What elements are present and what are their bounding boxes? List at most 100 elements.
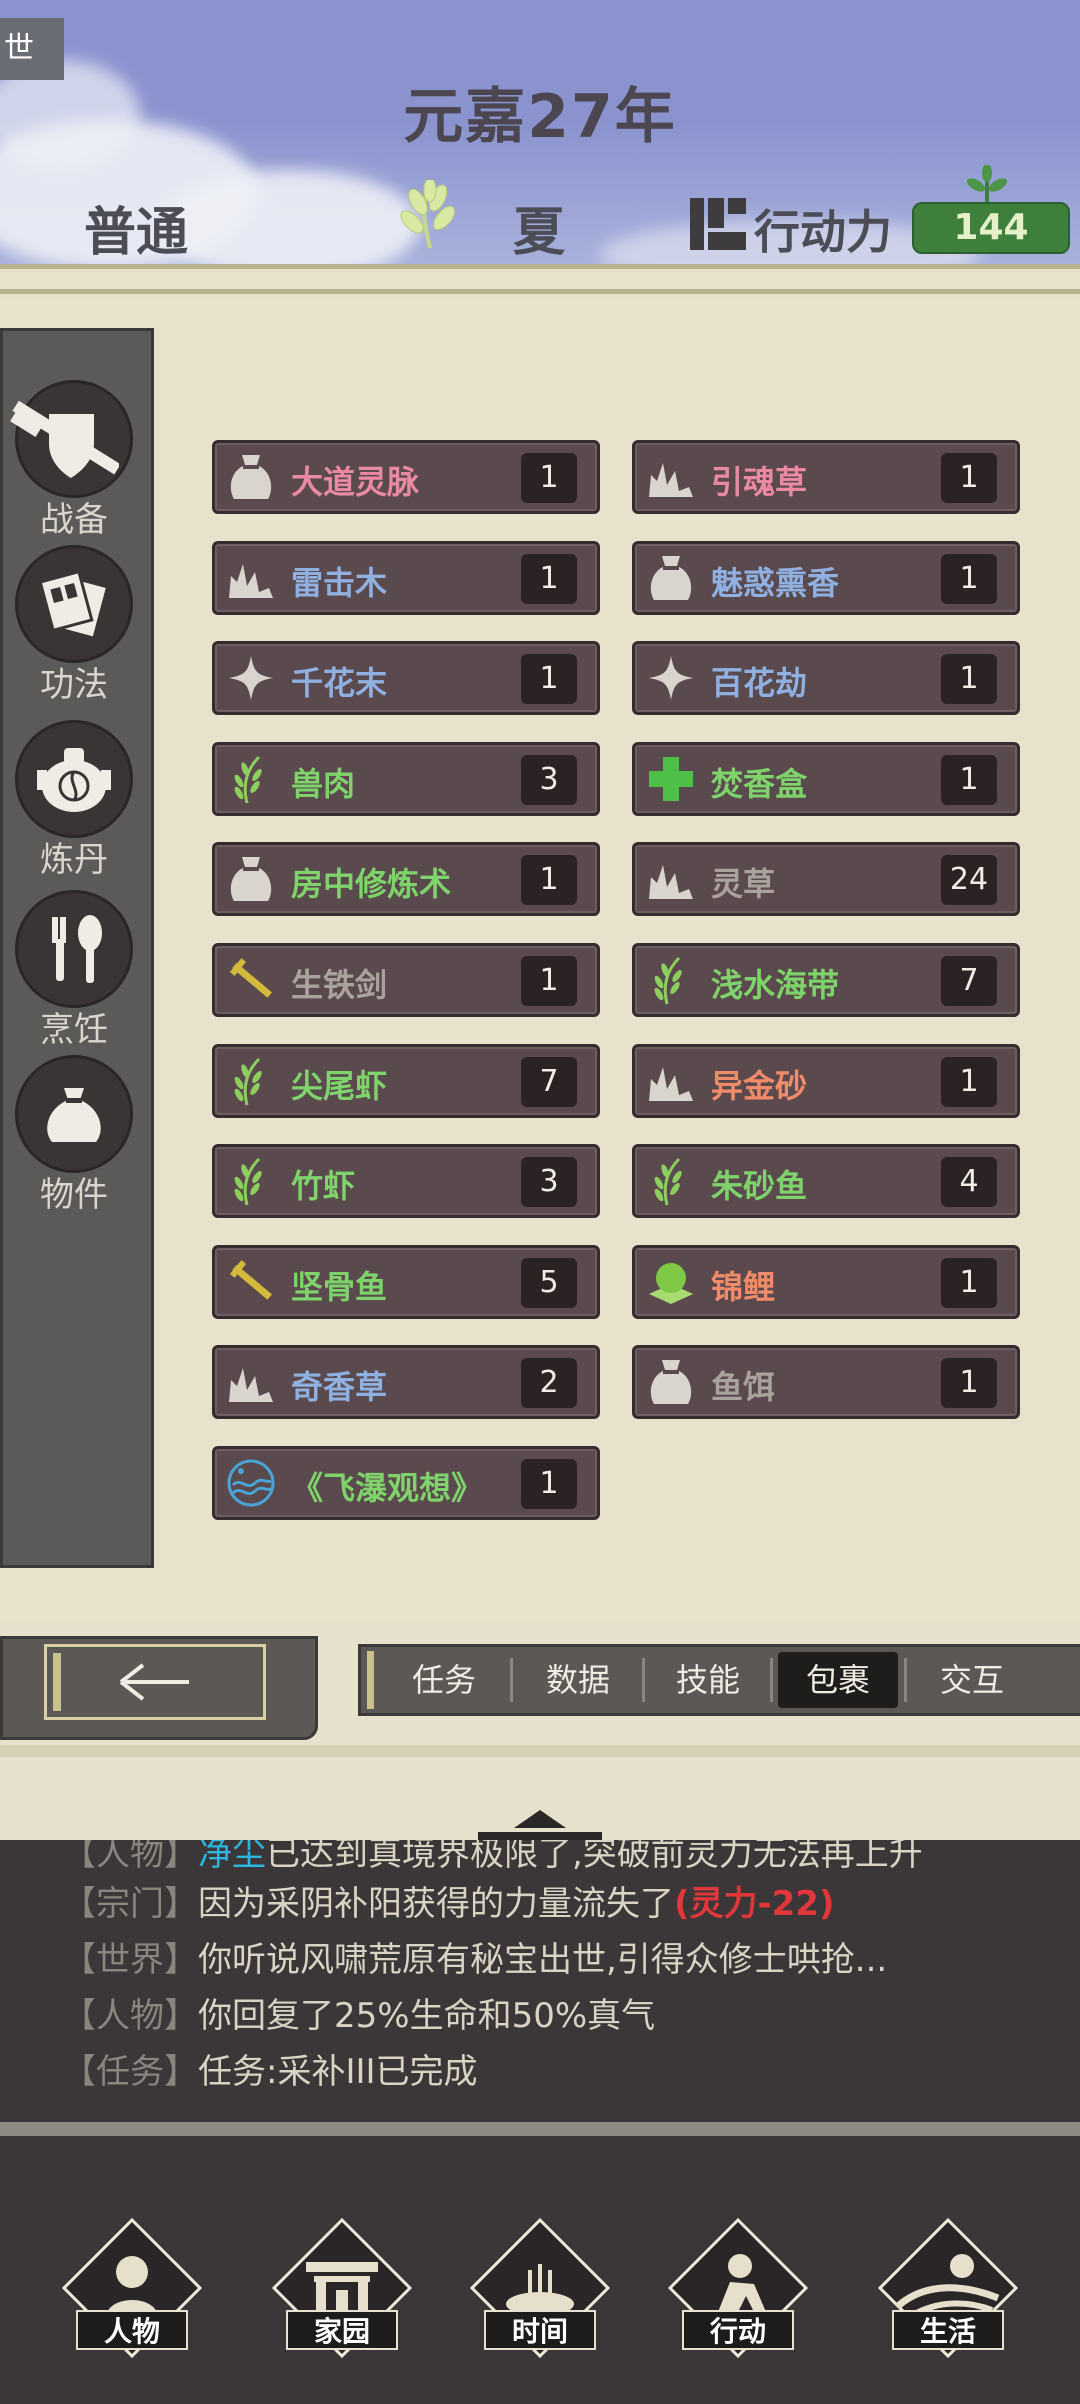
category-alchemy[interactable]: 炼丹 [14,720,134,881]
nav-label: 人物 [76,2310,188,2350]
item-count: 1 [521,654,577,705]
item-count: 1 [941,754,997,805]
section-divider [0,1745,1080,1757]
log-divider [0,2122,1080,2136]
tab-inventory[interactable]: 包裹 [778,1652,898,1708]
spoon-fork-icon [15,890,133,1008]
inventory-item[interactable]: 浅水海带 7 [632,943,1020,1017]
sword-shield-icon [10,380,133,498]
pouch-icon [225,853,277,905]
log-entry: 【宗门】因为采阴补阳获得的力量流失了(灵力-22) [62,1884,835,1924]
inventory-item[interactable]: 《飞瀑观想》 1 [212,1446,600,1520]
inventory-item[interactable]: 魅惑熏香 1 [632,540,1020,615]
herb-icon [225,552,277,604]
item-count: 1 [521,956,577,1006]
item-count: 1 [941,553,997,604]
nav-label: 行动 [682,2310,794,2350]
inventory-item[interactable]: 房中修炼术 1 [212,842,600,917]
item-name: 竹虾 [291,1167,356,1206]
item-name: 尖尾虾 [291,1066,388,1105]
sparkle-icon [225,652,277,704]
inventory-item[interactable]: 百花劫 1 [632,641,1020,716]
grain-icon [225,753,277,805]
item-count: 7 [521,1056,577,1107]
left-arrow-icon [47,1647,263,1717]
herb-icon [645,451,697,503]
item-name: 异金砂 [711,1066,808,1105]
item-count: 3 [521,1157,577,1208]
tab-skills[interactable]: 技能 [648,1652,768,1708]
nav-life[interactable]: 生活 [868,2210,1028,2360]
wave-icon [225,1457,277,1509]
inventory-item[interactable]: 兽肉 3 [212,741,600,816]
category-label: 烹饪 [40,1010,108,1050]
item-count: 1 [941,1358,997,1409]
item-count: 1 [521,553,577,604]
log-entry: 【任务】任务:采补III已完成 [62,2052,478,2092]
log-entry: 【人物】你回复了25%生命和50%真气 [62,1996,656,2036]
pouch-icon [645,1356,697,1408]
category-items[interactable]: 物件 [14,1055,134,1216]
inventory-item[interactable]: 千花末 1 [212,641,600,716]
category-label: 炼丹 [40,840,108,880]
sparkle-icon [645,652,697,704]
nav-time[interactable]: 时间 [460,2210,620,2360]
item-name: 大道灵脉 [291,463,420,501]
action-points-icon [688,194,748,258]
item-count: 3 [521,754,577,805]
nav-character[interactable]: 人物 [52,2210,212,2360]
item-name: 朱砂鱼 [711,1167,808,1206]
inventory-item[interactable]: 异金砂 1 [632,1043,1020,1118]
item-name: 坚骨鱼 [291,1267,388,1306]
pouch-icon [225,451,277,503]
tab-data[interactable]: 数据 [518,1652,638,1708]
season-label: 夏 [513,203,566,263]
item-count: 24 [941,855,997,906]
inventory-item[interactable]: 雷击木 1 [212,540,600,615]
tab-tasks[interactable]: 任务 [384,1652,504,1708]
item-name: 生铁剑 [291,966,388,1004]
item-name: 鱼饵 [711,1368,776,1407]
item-count: 1 [941,1257,997,1308]
category-cooking[interactable]: 烹饪 [14,890,134,1051]
item-name: 焚香盒 [711,764,808,803]
inventory-item[interactable]: 大道灵脉 1 [212,440,600,514]
cross-icon [645,753,697,805]
item-count: 1 [521,855,577,906]
inventory-item[interactable]: 引魂草 1 [632,440,1020,514]
item-count: 1 [941,1056,997,1107]
category-techniques[interactable]: 功法 [14,545,134,706]
inventory-item[interactable]: 竹虾 3 [212,1144,600,1219]
bag-icon [15,1055,133,1173]
inventory-item[interactable]: 生铁剑 1 [212,943,600,1017]
inventory-item[interactable]: 尖尾虾 7 [212,1043,600,1118]
item-name: 魅惑熏香 [711,563,840,602]
inventory-item[interactable]: 坚骨鱼 5 [212,1244,600,1319]
back-button[interactable] [44,1644,266,1720]
inventory-item[interactable]: 锦鲤 1 [632,1244,1020,1319]
tab-interact[interactable]: 交互 [912,1652,1032,1708]
item-name: 雷击木 [291,563,388,602]
inventory-item[interactable]: 奇香草 2 [212,1345,600,1420]
item-name: 百花劫 [711,664,808,703]
inventory-item[interactable]: 灵草 24 [632,842,1020,917]
action-points-label: 行动力 [754,205,892,259]
item-count: 1 [521,1459,577,1509]
grain-icon [645,954,697,1006]
nav-label: 家园 [286,2310,398,2350]
category-label: 功法 [40,665,108,705]
inventory-item[interactable]: 鱼饵 1 [632,1345,1020,1420]
nav-home[interactable]: 家园 [262,2210,422,2360]
category-equipment[interactable]: 战备 [10,380,134,541]
nav-action[interactable]: 行动 [658,2210,818,2360]
inventory-item[interactable]: 焚香盒 1 [632,741,1020,816]
header-divider [0,264,1080,294]
grain-icon [645,1155,697,1207]
category-label: 战备 [40,500,108,540]
item-count: 2 [521,1358,577,1409]
inventory-item[interactable]: 朱砂鱼 4 [632,1144,1020,1219]
item-count: 1 [521,453,577,503]
sword-icon [225,1256,277,1308]
item-name: 灵草 [711,865,776,904]
item-name: 《飞瀑观想》 [291,1469,484,1507]
